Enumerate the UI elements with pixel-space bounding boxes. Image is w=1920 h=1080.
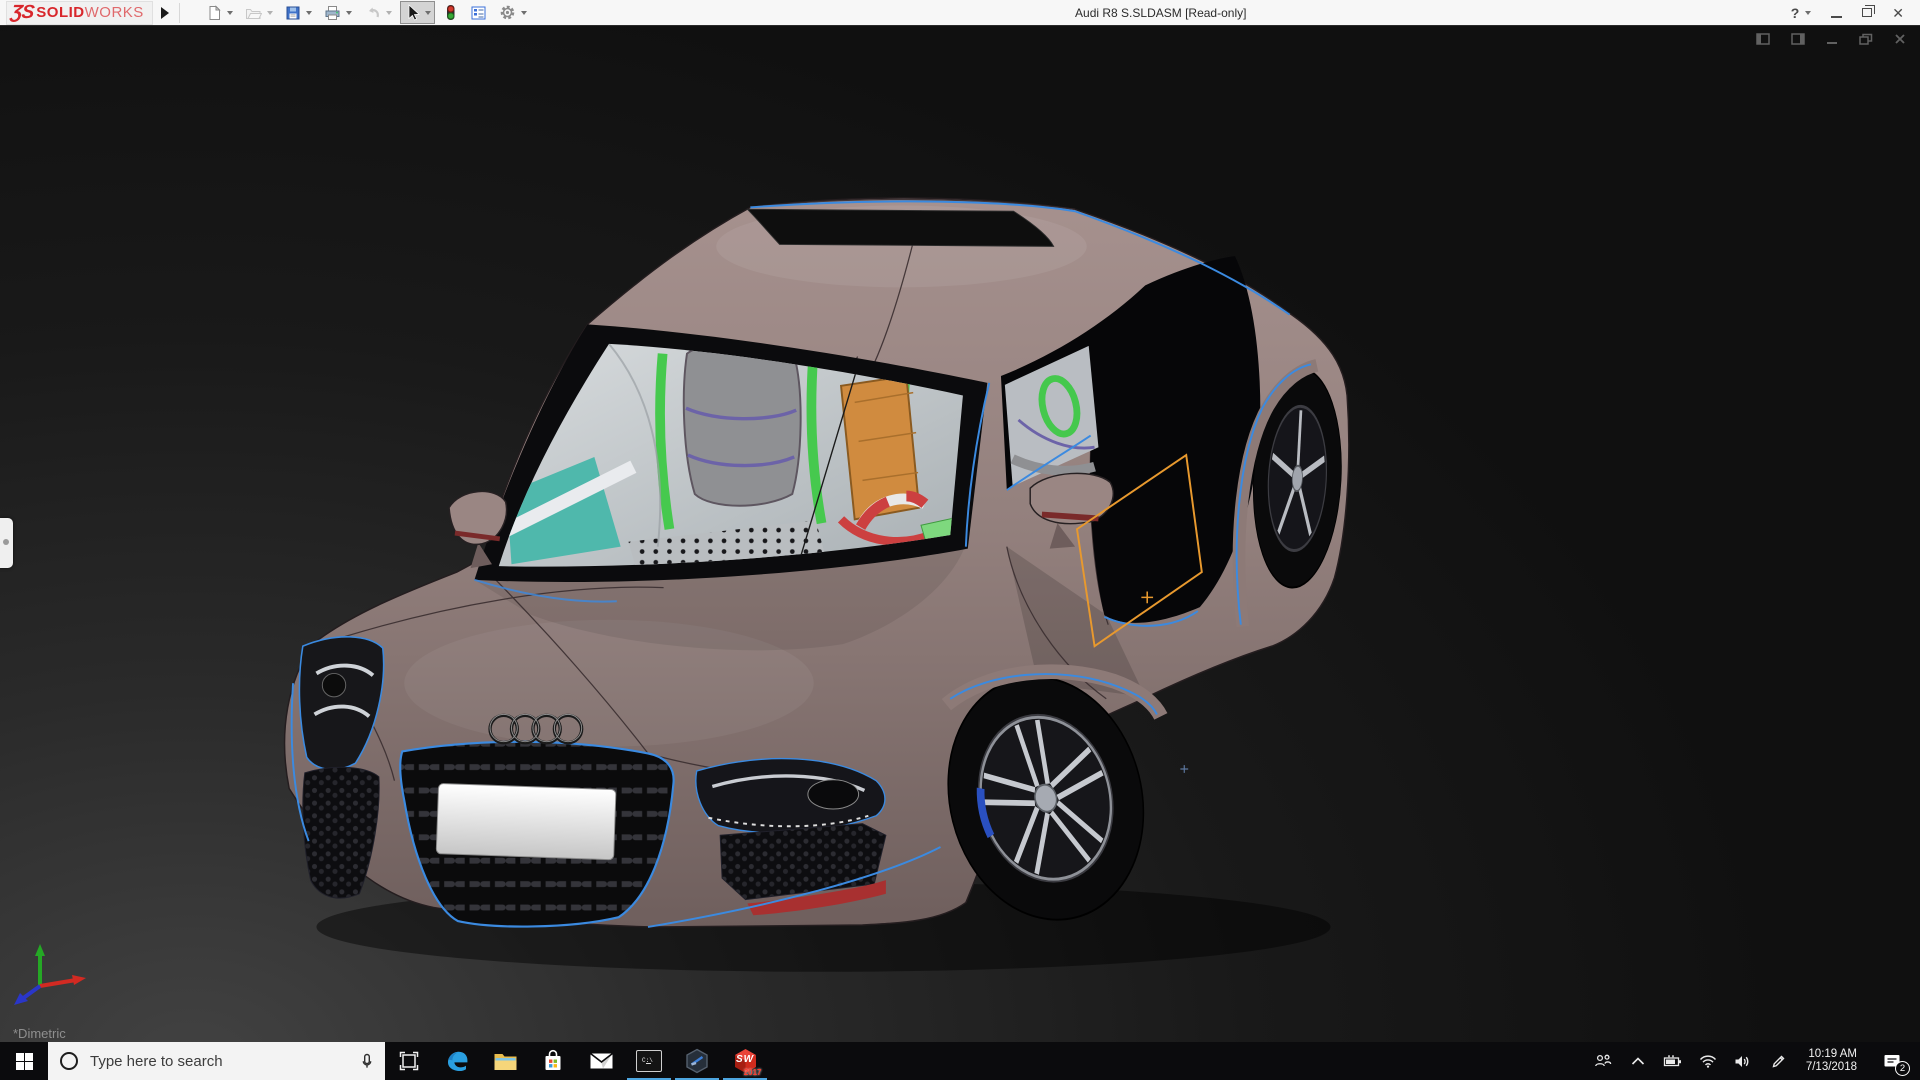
- feature-panel-tab[interactable]: [0, 518, 13, 568]
- people-icon[interactable]: [1590, 1042, 1616, 1080]
- document-window-controls: [1756, 33, 1906, 45]
- windows-taskbar: C:\ SW 2017: [0, 1042, 1920, 1080]
- quick-access-toolbar: [202, 1, 531, 24]
- help-dropdown-caret[interactable]: [1805, 10, 1812, 15]
- select-cursor-icon: [408, 4, 420, 21]
- print-dropdown-caret[interactable]: [345, 10, 352, 15]
- select-dropdown-caret[interactable]: [424, 10, 431, 15]
- settings-button[interactable]: [495, 1, 531, 24]
- sunroof: [746, 208, 1055, 247]
- cortana-icon[interactable]: [60, 1052, 78, 1070]
- command-prompt-icon: C:\: [636, 1050, 662, 1072]
- solidworks-logo: ƷS SOLID WORKS: [6, 0, 153, 25]
- system-tray: 10:19 AM 7/13/2018 2: [1590, 1042, 1920, 1080]
- clock-date: 7/13/2018: [1805, 1061, 1857, 1073]
- license-plate: [435, 783, 617, 861]
- battery-icon[interactable]: [1660, 1042, 1686, 1080]
- new-dropdown-caret[interactable]: [226, 10, 233, 15]
- open-folder-icon: [245, 8, 262, 19]
- notification-badge: 2: [1895, 1061, 1910, 1076]
- file-explorer-icon: [494, 1054, 516, 1070]
- wifi-icon[interactable]: [1695, 1042, 1721, 1080]
- taskbar-clock[interactable]: 10:19 AM 7/13/2018: [1800, 1048, 1863, 1074]
- command-prompt-button[interactable]: C:\: [625, 1042, 673, 1080]
- file-explorer-button[interactable]: [481, 1042, 529, 1080]
- open-dropdown-caret[interactable]: [266, 10, 273, 15]
- hexagon-app-icon: [686, 1048, 708, 1074]
- store-button[interactable]: [529, 1042, 577, 1080]
- stoplight-button[interactable]: [439, 1, 462, 24]
- pen-icon[interactable]: [1765, 1042, 1791, 1080]
- minimize-button[interactable]: [1831, 15, 1843, 18]
- save-floppy-icon: [286, 6, 300, 19]
- store-icon: [545, 1049, 561, 1070]
- doc-restore-icon[interactable]: [1859, 33, 1873, 45]
- front-grille: [399, 740, 675, 928]
- undo-dropdown-caret[interactable]: [385, 10, 392, 15]
- toolbar-divider: [178, 2, 180, 23]
- options-list-button[interactable]: [466, 2, 491, 24]
- gear-icon: [500, 5, 515, 20]
- menu-flyout-arrow-icon[interactable]: [160, 6, 169, 19]
- help-button[interactable]: ?: [1791, 5, 1800, 21]
- document-title: Audi R8 S.SLDASM [Read-only]: [1075, 5, 1247, 20]
- save-dropdown-caret[interactable]: [305, 10, 312, 15]
- title-bar: ƷS SOLID WORKS Audi R8 S.SLDASM [Read-on…: [0, 0, 1920, 26]
- undo-icon: [368, 7, 379, 17]
- windows-logo-icon: [15, 1052, 33, 1070]
- close-button[interactable]: ✕: [1892, 6, 1904, 20]
- doc-minimize-icon[interactable]: [1826, 33, 1838, 45]
- volume-icon[interactable]: [1730, 1042, 1756, 1080]
- hexagon-app-button[interactable]: [673, 1042, 721, 1080]
- display-pane-right-icon[interactable]: [1791, 33, 1805, 45]
- restore-button[interactable]: [1862, 5, 1876, 17]
- orientation-triad: [14, 944, 86, 1005]
- select-tool-button[interactable]: [399, 1, 435, 24]
- stoplight-icon: [446, 5, 455, 20]
- undo-button[interactable]: [360, 2, 396, 24]
- start-button[interactable]: [0, 1042, 48, 1080]
- edge-button[interactable]: [433, 1042, 481, 1080]
- taskbar-search[interactable]: [48, 1042, 385, 1080]
- graphics-viewport[interactable]: *Dimetric: [0, 26, 1920, 1042]
- vertex-marker: [1180, 765, 1189, 773]
- doc-close-icon[interactable]: [1894, 33, 1906, 45]
- mail-button[interactable]: [577, 1042, 625, 1080]
- new-document-icon: [209, 4, 221, 20]
- task-view-button[interactable]: [385, 1042, 433, 1080]
- 3d-model-audi-r8: [283, 197, 1350, 972]
- new-document-button[interactable]: [202, 2, 237, 24]
- mail-icon: [589, 1052, 613, 1069]
- task-view-icon: [399, 1051, 419, 1071]
- settings-dropdown-caret[interactable]: [520, 10, 527, 15]
- solidworks-button[interactable]: SW 2017: [721, 1042, 769, 1080]
- edge-icon: [447, 1051, 467, 1071]
- open-button[interactable]: [241, 2, 277, 24]
- display-pane-left-icon[interactable]: [1756, 33, 1770, 45]
- microphone-icon[interactable]: [359, 1053, 375, 1069]
- save-button[interactable]: [281, 2, 316, 24]
- view-orientation-label: *Dimetric: [13, 1026, 66, 1041]
- print-icon: [325, 5, 340, 20]
- ds-logo-mark: ƷS: [9, 1, 35, 23]
- solidworks-2017-icon: SW 2017: [732, 1048, 762, 1077]
- search-input[interactable]: [90, 1052, 359, 1070]
- print-button[interactable]: [320, 2, 356, 24]
- options-list-icon: [471, 6, 486, 19]
- window-controls: ? ✕: [1791, 5, 1920, 21]
- chevron-up-icon[interactable]: [1625, 1042, 1651, 1080]
- action-center-button[interactable]: 2: [1872, 1042, 1912, 1080]
- clock-time: 10:19 AM: [1808, 1048, 1857, 1060]
